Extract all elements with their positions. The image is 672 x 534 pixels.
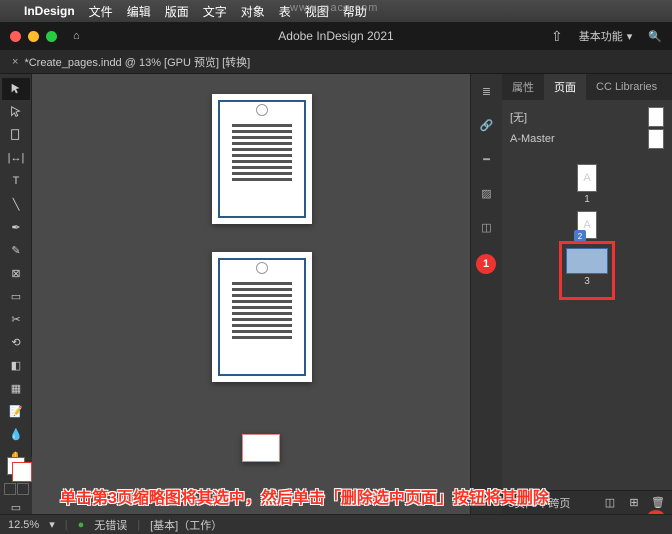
panel-icon-5[interactable]: ◫: [478, 218, 496, 236]
pages-thumbnails: A 1 A 2 3: [502, 156, 672, 490]
panel-tabs: 属性 页面 CC Libraries: [502, 74, 672, 100]
collapsed-panel-strip: ≣ 🔗 ━ ▨ ◫ ▤: [470, 74, 502, 514]
stroke-icon[interactable]: ━: [478, 150, 496, 168]
selected-page-highlight: 3: [559, 241, 615, 300]
page-number-1: 1: [584, 194, 590, 205]
master-pages-section: [无] A-Master: [502, 100, 672, 156]
page-thumb-2[interactable]: A 2: [577, 211, 597, 239]
delete-page-button[interactable]: 🗑: [650, 495, 666, 511]
apply-gradient-button[interactable]: [17, 483, 29, 495]
chevron-down-icon[interactable]: ▾: [49, 518, 55, 531]
selection-tool[interactable]: [2, 78, 30, 100]
master-a[interactable]: A-Master: [510, 128, 664, 150]
workspace-switcher[interactable]: 基本功能▾: [573, 26, 639, 46]
fill-stroke-swatch[interactable]: [7, 457, 25, 475]
app-title: Adobe InDesign 2021: [278, 29, 393, 43]
status-bar: 12.5% ▾ | ● 无错误 | [基本]（工作）: [0, 514, 672, 534]
preflight-status[interactable]: 无错误: [94, 517, 127, 533]
page-thumb-1[interactable]: A: [577, 164, 597, 192]
menu-object[interactable]: 对象: [241, 3, 265, 20]
tab-cc-libraries[interactable]: CC Libraries: [586, 74, 667, 100]
page-tool[interactable]: [2, 124, 30, 146]
menu-edit[interactable]: 编辑: [127, 3, 151, 20]
layers-icon[interactable]: ≣: [478, 82, 496, 100]
edit-page-size-button[interactable]: ◫: [602, 495, 618, 511]
toolbar-color-section: ▭: [0, 457, 32, 514]
apply-color-button[interactable]: [4, 483, 16, 495]
canvas-page-1[interactable]: [212, 94, 312, 224]
home-icon[interactable]: ⌂: [73, 30, 80, 42]
menu-type[interactable]: 文字: [203, 3, 227, 20]
close-window-button[interactable]: [10, 31, 21, 42]
pages-panel: 属性 页面 CC Libraries [无] A-Master A 1 A 2: [502, 74, 672, 514]
note-tool[interactable]: 📝: [2, 400, 30, 422]
gap-tool[interactable]: |↔|: [2, 147, 30, 169]
scissors-tool[interactable]: ✂: [2, 308, 30, 330]
document-tab-label: *Create_pages.indd @ 13% [GPU 预览] [转换]: [24, 54, 250, 70]
rectangle-frame-tool[interactable]: ⊠: [2, 262, 30, 284]
free-transform-tool[interactable]: ⟲: [2, 331, 30, 353]
preflight-profile[interactable]: [基本]（工作）: [150, 517, 222, 533]
pen-tool[interactable]: ✒: [2, 216, 30, 238]
traffic-lights: [10, 31, 57, 42]
tab-pages[interactable]: 页面: [544, 74, 586, 100]
chevron-down-icon: ▾: [627, 30, 633, 43]
gradient-swatch-tool[interactable]: ◧: [2, 354, 30, 376]
line-tool[interactable]: ╲: [2, 193, 30, 215]
close-tab-icon[interactable]: ×: [12, 56, 18, 68]
document-canvas[interactable]: [32, 74, 470, 514]
window-titlebar: ⌂ Adobe InDesign 2021 ⇧ 基本功能▾ 🔍: [0, 22, 672, 50]
tab-properties[interactable]: 属性: [502, 74, 544, 100]
zoom-level[interactable]: 12.5%: [8, 519, 39, 531]
rectangle-tool[interactable]: ▭: [2, 285, 30, 307]
tools-panel: |↔| T ╲ ✒ ✎ ⊠ ▭ ✂ ⟲ ◧ ▦ 📝 💧 ✋ 🔍: [0, 74, 32, 514]
instruction-caption: 单击第3页缩略图将其选中，然后单击「删除选中页面」按钮将其删除: [60, 484, 549, 508]
menu-layout[interactable]: 版面: [165, 3, 189, 20]
maximize-window-button[interactable]: [46, 31, 57, 42]
links-icon[interactable]: 🔗: [478, 116, 496, 134]
page-number-3: 3: [566, 276, 608, 287]
color-icon[interactable]: ▨: [478, 184, 496, 202]
share-icon[interactable]: ⇧: [551, 28, 563, 45]
direct-selection-tool[interactable]: [2, 101, 30, 123]
canvas-page-2[interactable]: [212, 252, 312, 382]
watermark: www.macz.com: [290, 2, 378, 14]
annotation-callout-1: 1: [476, 254, 496, 274]
menu-table[interactable]: 表: [279, 3, 291, 20]
menu-file[interactable]: 文件: [89, 3, 113, 20]
pencil-tool[interactable]: ✎: [2, 239, 30, 261]
minimize-window-button[interactable]: [28, 31, 39, 42]
document-tab[interactable]: × *Create_pages.indd @ 13% [GPU 预览] [转换]: [0, 50, 672, 74]
screen-mode-button[interactable]: ▭: [11, 501, 21, 514]
eyedropper-tool[interactable]: 💧: [2, 423, 30, 445]
master-none[interactable]: [无]: [510, 106, 664, 128]
type-tool[interactable]: T: [2, 170, 30, 192]
page-thumb-3[interactable]: [566, 248, 608, 274]
gradient-feather-tool[interactable]: ▦: [2, 377, 30, 399]
search-icon[interactable]: 🔍: [648, 30, 662, 43]
menu-app[interactable]: InDesign: [24, 4, 75, 18]
canvas-page-3[interactable]: [242, 434, 280, 462]
new-page-button[interactable]: ⊞: [626, 495, 642, 511]
